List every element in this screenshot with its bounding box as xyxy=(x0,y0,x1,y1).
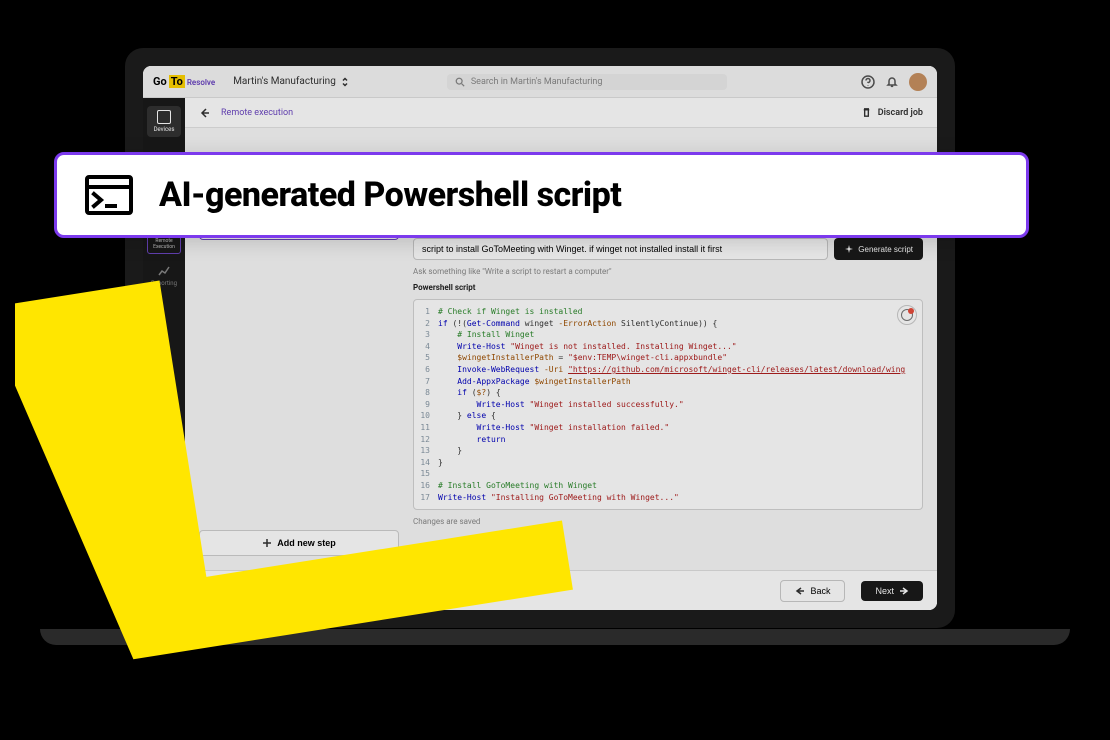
org-name: Martin's Manufacturing xyxy=(233,76,336,87)
generate-script-button[interactable]: Generate script xyxy=(834,238,923,260)
code-line: 16# Install GoToMeeting with Winget xyxy=(420,480,916,492)
app-screen: GoTo Resolve Martin's Manufacturing Sear… xyxy=(143,66,937,610)
code-line: 12 return xyxy=(420,434,916,446)
steps-panel: Save as step collection AI-generated Pow… xyxy=(199,188,399,556)
code-line: 17Write-Host "Installing GoToMeeting wit… xyxy=(420,492,916,504)
nav-reporting[interactable]: Reporting xyxy=(147,260,181,291)
start-over-button[interactable]: Start over xyxy=(199,585,255,596)
code-line: 4 Write-Host "Winget is not installed. I… xyxy=(420,341,916,353)
script-label: Powershell script xyxy=(413,283,923,292)
code-line: 13 } xyxy=(420,445,916,457)
app-logo: GoTo Resolve xyxy=(153,75,215,88)
notification-icon[interactable] xyxy=(885,75,899,89)
code-editor[interactable]: 1# Check if Winget is installed2if (!(Ge… xyxy=(413,299,923,510)
code-line: 2if (!(Get-Command winget -ErrorAction S… xyxy=(420,318,916,330)
code-line: 6 Invoke-WebRequest -Uri "https://github… xyxy=(420,364,916,376)
code-line: 5 $wingetInstallerPath = "$env:TEMP\wing… xyxy=(420,352,916,364)
code-line: 7 Add-AppxPackage $wingetInstallerPath xyxy=(420,376,916,388)
reporting-icon xyxy=(157,264,171,278)
nav-devices[interactable]: Devices xyxy=(147,106,181,137)
prompt-hint: Ask something like "Write a script to re… xyxy=(413,267,923,276)
breadcrumb-title[interactable]: Remote execution xyxy=(221,108,293,118)
stop-generation-button[interactable] xyxy=(897,305,917,325)
updown-icon xyxy=(341,77,349,87)
discard-job-button[interactable]: Discard job xyxy=(861,107,923,118)
org-selector[interactable]: Martin's Manufacturing xyxy=(225,74,357,89)
laptop-frame: GoTo Resolve Martin's Manufacturing Sear… xyxy=(125,48,955,628)
trash-icon xyxy=(861,107,872,118)
suggest-step-button[interactable]: Suggest step xyxy=(271,585,340,596)
code-line: 11 Write-Host "Winget installation faile… xyxy=(420,422,916,434)
code-line: 14} xyxy=(420,457,916,469)
search-input[interactable]: Search in Martin's Manufacturing xyxy=(447,74,727,90)
back-arrow-icon[interactable] xyxy=(199,107,211,119)
user-avatar[interactable] xyxy=(909,73,927,91)
help-icon[interactable] xyxy=(861,75,875,89)
add-step-button[interactable]: Add new step xyxy=(199,530,399,556)
code-line: 9 Write-Host "Winget installed successfu… xyxy=(420,399,916,411)
save-status: Changes are saved xyxy=(413,517,923,526)
plus-icon xyxy=(262,538,272,548)
code-line: 10 } else { xyxy=(420,410,916,422)
arrow-right-icon xyxy=(899,586,909,596)
callout-title: AI-generated Powershell script xyxy=(159,175,621,215)
sparkle-icon xyxy=(844,244,854,254)
code-line: 1# Check if Winget is installed xyxy=(420,306,916,318)
code-line: 3 # Install Winget xyxy=(420,329,916,341)
bottom-bar: Start over Suggest step Back Next xyxy=(185,570,937,610)
breadcrumb: Remote execution Discard job xyxy=(185,98,937,128)
code-line: 15 xyxy=(420,468,916,480)
next-button[interactable]: Next xyxy=(861,581,923,601)
terminal-icon xyxy=(85,175,133,215)
sparkle-icon xyxy=(271,585,282,596)
code-line: 8 if ($?) { xyxy=(420,387,916,399)
refresh-icon xyxy=(199,585,210,596)
topbar: GoTo Resolve Martin's Manufacturing Sear… xyxy=(143,66,937,98)
script-panel: OpenAI integration will guide you to wri… xyxy=(413,188,923,556)
prompt-input[interactable] xyxy=(413,238,828,260)
callout-banner: AI-generated Powershell script xyxy=(54,152,1029,238)
back-button[interactable]: Back xyxy=(780,580,845,602)
arrow-left-icon xyxy=(795,586,805,596)
search-icon xyxy=(455,77,465,87)
